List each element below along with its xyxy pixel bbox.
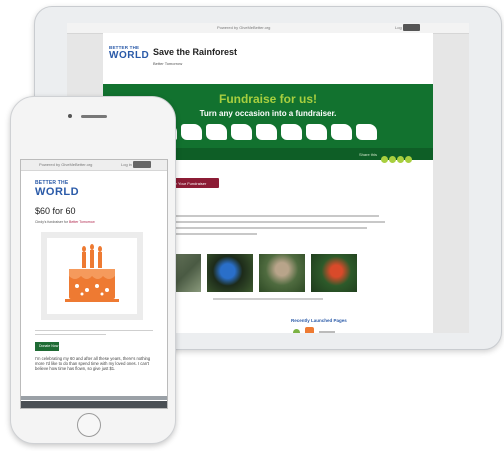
subtitle-org-link[interactable]: Better Tomorrow	[69, 220, 95, 224]
fundraiser-image	[47, 238, 137, 314]
runner-icon	[306, 124, 327, 140]
email-icon[interactable]	[397, 156, 404, 163]
powered-by-text: Powered by GiveMeBetter.org	[39, 162, 93, 167]
phone-screen: Powered by GiveMeBetter.org Log in BETTE…	[20, 159, 168, 409]
photo-monkey[interactable]	[259, 254, 305, 292]
logo-line2: WORLD	[109, 50, 150, 61]
fundraiser-story: I'm celebrating my 60 and after all thes…	[35, 356, 151, 371]
donate-now-button[interactable]: Donate Now	[35, 342, 59, 351]
recent-pages-heading: Recently Launched Pages	[291, 318, 347, 323]
recent-page-badge	[293, 329, 300, 333]
dance-icon	[331, 124, 352, 140]
twitter-icon[interactable]	[389, 156, 396, 163]
flag-icon	[356, 124, 377, 140]
recent-page-thumb[interactable]	[305, 327, 314, 333]
phone-device: Powered by GiveMeBetter.org Log in BETTE…	[10, 96, 176, 444]
swim-icon	[256, 124, 277, 140]
share-icons	[381, 150, 413, 168]
fundraiser-title: $60 for 60	[35, 206, 76, 216]
bike-icon	[231, 124, 252, 140]
camera-dot	[68, 114, 72, 118]
fundraiser-image-frame	[41, 232, 143, 320]
progress-area	[35, 330, 153, 338]
facebook-icon[interactable]	[381, 156, 388, 163]
campaign-org: Better Tomorrow	[153, 61, 183, 66]
plane-icon	[281, 124, 302, 140]
logo-line2: WORLD	[35, 186, 80, 198]
phone-topbar: Powered by GiveMeBetter.org Log in	[21, 160, 167, 171]
powered-by-text: Powered by GiveMeBetter.org	[217, 25, 271, 30]
photo-bird[interactable]	[207, 254, 253, 292]
gallery-caption	[213, 298, 323, 300]
brand-logo: BETTER THE WORLD	[109, 45, 150, 67]
footer-bar	[21, 396, 167, 400]
fundraiser-subtitle: Cindy’s fundraiser for Better Tomorrow	[35, 220, 95, 224]
campaign-title: Save the Rainforest	[153, 47, 238, 57]
login-link[interactable]: Log in	[121, 162, 132, 167]
brand-logo: BETTER THE WORLD	[35, 180, 79, 198]
photo-frog[interactable]	[311, 254, 357, 292]
home-button[interactable]	[77, 413, 101, 437]
footer-bar-dark	[21, 401, 167, 408]
link-icon[interactable]	[405, 156, 412, 163]
gift-icon	[181, 124, 202, 140]
signup-button[interactable]	[403, 24, 420, 31]
speaker-grille	[81, 115, 107, 118]
subtitle-prefix: Cindy’s fundraiser for	[35, 220, 69, 224]
shoes-icon	[206, 124, 227, 140]
birthday-cake-icon	[65, 244, 119, 302]
donate-label: Donate Now	[39, 344, 59, 348]
share-label: Share this	[359, 152, 378, 157]
signup-button[interactable]	[133, 161, 151, 168]
